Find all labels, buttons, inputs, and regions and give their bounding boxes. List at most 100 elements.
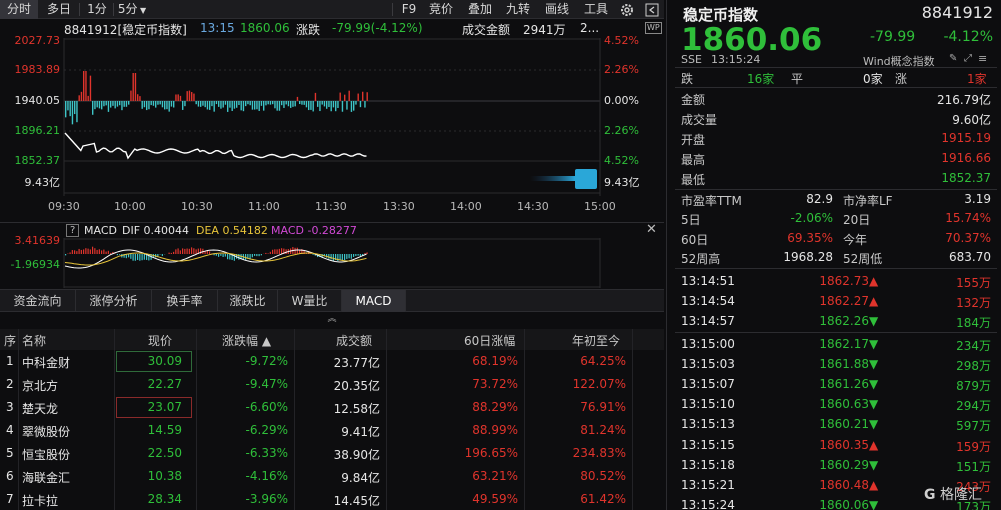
arrow-down-icon: ▼ bbox=[869, 417, 879, 432]
macd-bar bbox=[272, 249, 274, 254]
col-60d[interactable]: 60日涨幅 bbox=[464, 332, 515, 349]
macd-bar bbox=[276, 249, 278, 254]
chart-bar bbox=[87, 95, 89, 101]
row-price: 10.38 bbox=[147, 469, 182, 483]
tab-intraday[interactable]: 分时 bbox=[0, 0, 38, 19]
menu-icon[interactable]: ≡ bbox=[978, 52, 987, 65]
table-row[interactable]: 2 京北方 22.27 -9.47% 20.35亿 73.72% 122.07% bbox=[0, 373, 664, 396]
col-change-pct[interactable]: 涨跌幅 ▲ bbox=[222, 332, 271, 349]
chart-bar bbox=[344, 94, 346, 101]
watermark-text: 格隆汇 bbox=[939, 487, 982, 503]
close-icon[interactable]: ✕ bbox=[646, 222, 657, 237]
tools-button[interactable]: 工具 bbox=[581, 0, 611, 19]
chart-bar bbox=[366, 92, 368, 101]
tab-turnover[interactable]: 换手率 bbox=[152, 290, 218, 312]
macd-bar bbox=[344, 254, 346, 261]
row-price: 22.27 bbox=[147, 377, 182, 391]
macd-bar bbox=[357, 254, 359, 256]
f9-button[interactable]: F9 bbox=[398, 0, 420, 19]
trade-row: 13:14:57 1862.26 ▼ 184万 bbox=[667, 312, 1001, 332]
wp-badge[interactable]: WP bbox=[645, 22, 662, 34]
trade-volume: 879万 bbox=[956, 379, 991, 393]
tab-5min-dropdown[interactable]: 5分 ▼ bbox=[115, 0, 149, 19]
expand-chevron-icon[interactable]: ︽ bbox=[0, 313, 664, 326]
stat-value: 9.60亿 bbox=[952, 113, 991, 127]
chart-bar bbox=[209, 101, 211, 110]
chart-bar bbox=[139, 96, 141, 101]
col-ytd[interactable]: 年初至今 bbox=[572, 332, 620, 349]
tab-1min[interactable]: 1分 bbox=[82, 0, 112, 19]
overlay-button[interactable]: 叠加 bbox=[465, 0, 495, 19]
chart-bar bbox=[105, 101, 107, 106]
trade-time: 13:15:00 bbox=[681, 336, 735, 351]
row-amount: 20.35亿 bbox=[333, 379, 380, 393]
tab-w-volume-ratio[interactable]: W量比 bbox=[278, 290, 342, 312]
trade-time: 13:15:24 bbox=[681, 498, 735, 510]
row-name[interactable]: 中科金财 bbox=[22, 354, 70, 371]
d20-value: 15.74% bbox=[945, 211, 991, 225]
pb-value: 3.19 bbox=[964, 192, 991, 206]
chart-bar bbox=[308, 101, 310, 111]
chart-bar bbox=[141, 101, 143, 109]
table-row[interactable]: 4 翠微股份 14.59 -6.29% 9.41亿 88.99% 81.24% bbox=[0, 419, 664, 442]
col-name[interactable]: 名称 bbox=[22, 332, 46, 349]
intraday-chart[interactable]: 2027.73 1983.89 1940.05 1896.21 1852.37 … bbox=[0, 34, 664, 218]
macd-name[interactable]: MACD bbox=[84, 224, 117, 237]
macd-bar bbox=[161, 254, 163, 257]
row-name[interactable]: 海联金汇 bbox=[22, 469, 70, 486]
chart-bar bbox=[175, 94, 177, 101]
macd-bar bbox=[101, 250, 103, 254]
trade-volume: 298万 bbox=[956, 358, 991, 373]
chart-bar bbox=[220, 101, 222, 109]
edit-icon[interactable]: ✎ bbox=[949, 53, 957, 64]
macd-bar bbox=[137, 254, 139, 260]
col-index[interactable]: 序 bbox=[4, 332, 16, 349]
col-price[interactable]: 现价 bbox=[148, 332, 172, 349]
info-change-label: 涨跌 bbox=[296, 23, 321, 37]
table-row[interactable]: 5 恒宝股份 22.50 -6.33% 38.90亿 196.65% 234.83% bbox=[0, 442, 664, 465]
tab-macd[interactable]: MACD bbox=[342, 290, 406, 312]
macd-bar bbox=[130, 254, 132, 259]
trade-volume: 597万 bbox=[956, 419, 991, 434]
arrow-up-icon: ▲ bbox=[869, 274, 879, 288]
col-amount[interactable]: 成交额 bbox=[336, 332, 372, 349]
tab-fund-flow[interactable]: 资金流向 bbox=[0, 290, 76, 312]
chart-bar bbox=[326, 101, 328, 109]
high52-value: 1968.28 bbox=[783, 250, 833, 264]
low52-value: 683.70 bbox=[949, 250, 991, 264]
auction-button[interactable]: 竞价 bbox=[426, 0, 456, 19]
macd-bar bbox=[143, 254, 145, 260]
trade-price: 1862.27 bbox=[819, 294, 869, 309]
macd-bar bbox=[278, 248, 280, 254]
chart-bar bbox=[265, 101, 267, 106]
tab-limit-analysis[interactable]: 涨停分析 bbox=[76, 290, 152, 312]
chart-bar bbox=[159, 101, 161, 105]
table-row[interactable]: 7 拉卡拉 28.34 -3.96% 14.45亿 49.59% 61.42% bbox=[0, 488, 664, 510]
gear-icon[interactable] bbox=[619, 2, 635, 18]
row-name[interactable]: 翠微股份 bbox=[22, 423, 70, 440]
macd-bar bbox=[87, 248, 89, 254]
macd-bar bbox=[191, 247, 193, 254]
table-row[interactable]: 3 楚天龙 23.07 -6.60% 12.58亿 88.29% 76.91% bbox=[0, 396, 664, 419]
macd-chart[interactable] bbox=[0, 238, 664, 288]
collapse-panel-icon[interactable] bbox=[645, 3, 659, 17]
nine-turn-button[interactable]: 九转 bbox=[503, 0, 533, 19]
tab-updown-ratio[interactable]: 涨跌比 bbox=[218, 290, 278, 312]
draw-line-button[interactable]: 画线 bbox=[542, 0, 572, 19]
link-icon[interactable]: ⤢ bbox=[964, 53, 972, 64]
tab-multi-day[interactable]: 多日 bbox=[41, 0, 77, 19]
row-name[interactable]: 恒宝股份 bbox=[22, 446, 70, 463]
table-row[interactable]: 6 海联金汇 10.38 -4.16% 9.84亿 63.21% 80.52% bbox=[0, 465, 664, 488]
chart-bar bbox=[179, 95, 182, 101]
ytd-value: 70.37% bbox=[945, 231, 991, 245]
help-icon[interactable]: ? bbox=[66, 224, 80, 237]
row-change-pct: -6.29% bbox=[245, 423, 288, 437]
stat-label: 最高 bbox=[681, 153, 706, 167]
table-row[interactable]: 1 中科金财 30.09 -9.72% 23.77亿 68.19% 64.25% bbox=[0, 350, 664, 373]
d5-value: -2.06% bbox=[790, 211, 833, 225]
row-name[interactable]: 拉卡拉 bbox=[22, 492, 58, 509]
row-name[interactable]: 京北方 bbox=[22, 377, 58, 394]
chart-bar bbox=[98, 101, 101, 109]
row-name[interactable]: 楚天龙 bbox=[22, 400, 58, 417]
arrow-up-icon: ▲ bbox=[869, 437, 879, 452]
